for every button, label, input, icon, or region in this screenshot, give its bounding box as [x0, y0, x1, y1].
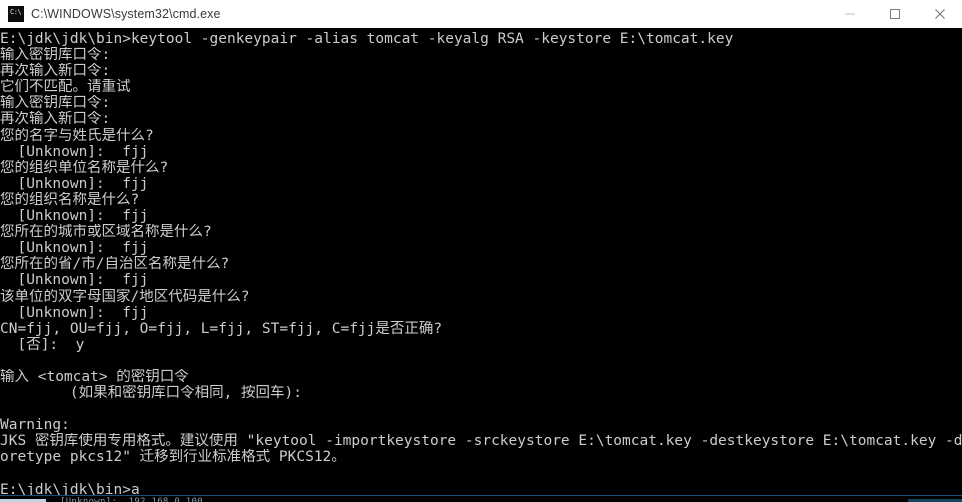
- console-line: [Unknown]: fjj: [0, 208, 149, 225]
- cmd-console-icon: C:\: [8, 5, 24, 22]
- console-line: 输入密钥库口令:: [0, 95, 111, 112]
- console-line: [Unknown]: fjj: [0, 304, 149, 321]
- cmd-window: C:\ C:\WINDOWS\system32\cmd.exe E:\jdk\j…: [0, 0, 962, 495]
- minimize-icon: [844, 13, 855, 14]
- console-line: 该单位的双字母国家/地区代码是什么?: [0, 288, 250, 305]
- console-line: [否]: y: [0, 336, 85, 353]
- window-titlebar[interactable]: C:\ C:\WINDOWS\system32\cmd.exe: [0, 0, 962, 28]
- console-line: 您所在的省/市/自治区名称是什么?: [0, 256, 230, 273]
- console-output-area[interactable]: E:\jdk\jdk\bin>keytool -genkeypair -alia…: [0, 28, 962, 495]
- console-line: [Unknown]: fjj: [0, 175, 149, 192]
- console-line: E:\jdk\jdk\bin>keytool -genkeypair -alia…: [0, 31, 734, 47]
- console-line: 再次输入新口令:: [0, 63, 111, 80]
- console-line: Warning:: [0, 417, 70, 434]
- console-line: [Unknown]: fjj: [0, 143, 149, 160]
- window-controls: [827, 0, 962, 27]
- console-line: 输入 <tomcat> 的密钥口令: [0, 368, 189, 385]
- console-line: CN=fjj, OU=fjj, O=fjj, L=fjj, ST=fjj, C=…: [0, 320, 443, 337]
- console-line: 输入密钥库口令:: [0, 47, 111, 64]
- close-icon: [934, 8, 945, 19]
- console-line: 您的名字与姓氏是什么?: [0, 127, 154, 144]
- console-line: oretype pkcs12" 迁移到行业标准格式 PKCS12。: [0, 449, 346, 466]
- console-line: 您的组织单位名称是什么?: [0, 159, 169, 176]
- console-line: JKS 密钥库使用专用格式。建议使用 "keytool -importkeyst…: [0, 433, 962, 450]
- console-line-list: E:\jdk\jdk\bin>keytool -genkeypair -alia…: [0, 31, 962, 495]
- close-button[interactable]: [917, 0, 962, 27]
- console-line: [Unknown]: fjj: [0, 240, 149, 257]
- console-line: [Unknown]: fjj: [0, 272, 149, 289]
- console-line: 您所在的城市或区域名称是什么?: [0, 224, 212, 241]
- background-window-text: [Unknown]: 192.168.0.100: [60, 497, 203, 502]
- console-line: 您的组织名称是什么?: [0, 191, 140, 208]
- console-line: (如果和密钥库口令相同, 按回车):: [0, 385, 302, 402]
- window-title: C:\WINDOWS\system32\cmd.exe: [31, 6, 221, 21]
- minimize-button[interactable]: [827, 0, 872, 27]
- maximize-icon: [889, 8, 900, 19]
- console-line: E:\jdk\jdk\bin>a: [0, 481, 140, 495]
- maximize-button[interactable]: [872, 0, 917, 27]
- console-line: 再次输入新口令:: [0, 111, 111, 128]
- background-window-body: [Unknown]: 192.168.0.100: [0, 496, 962, 502]
- console-line: 它们不匹配。请重试: [0, 79, 131, 96]
